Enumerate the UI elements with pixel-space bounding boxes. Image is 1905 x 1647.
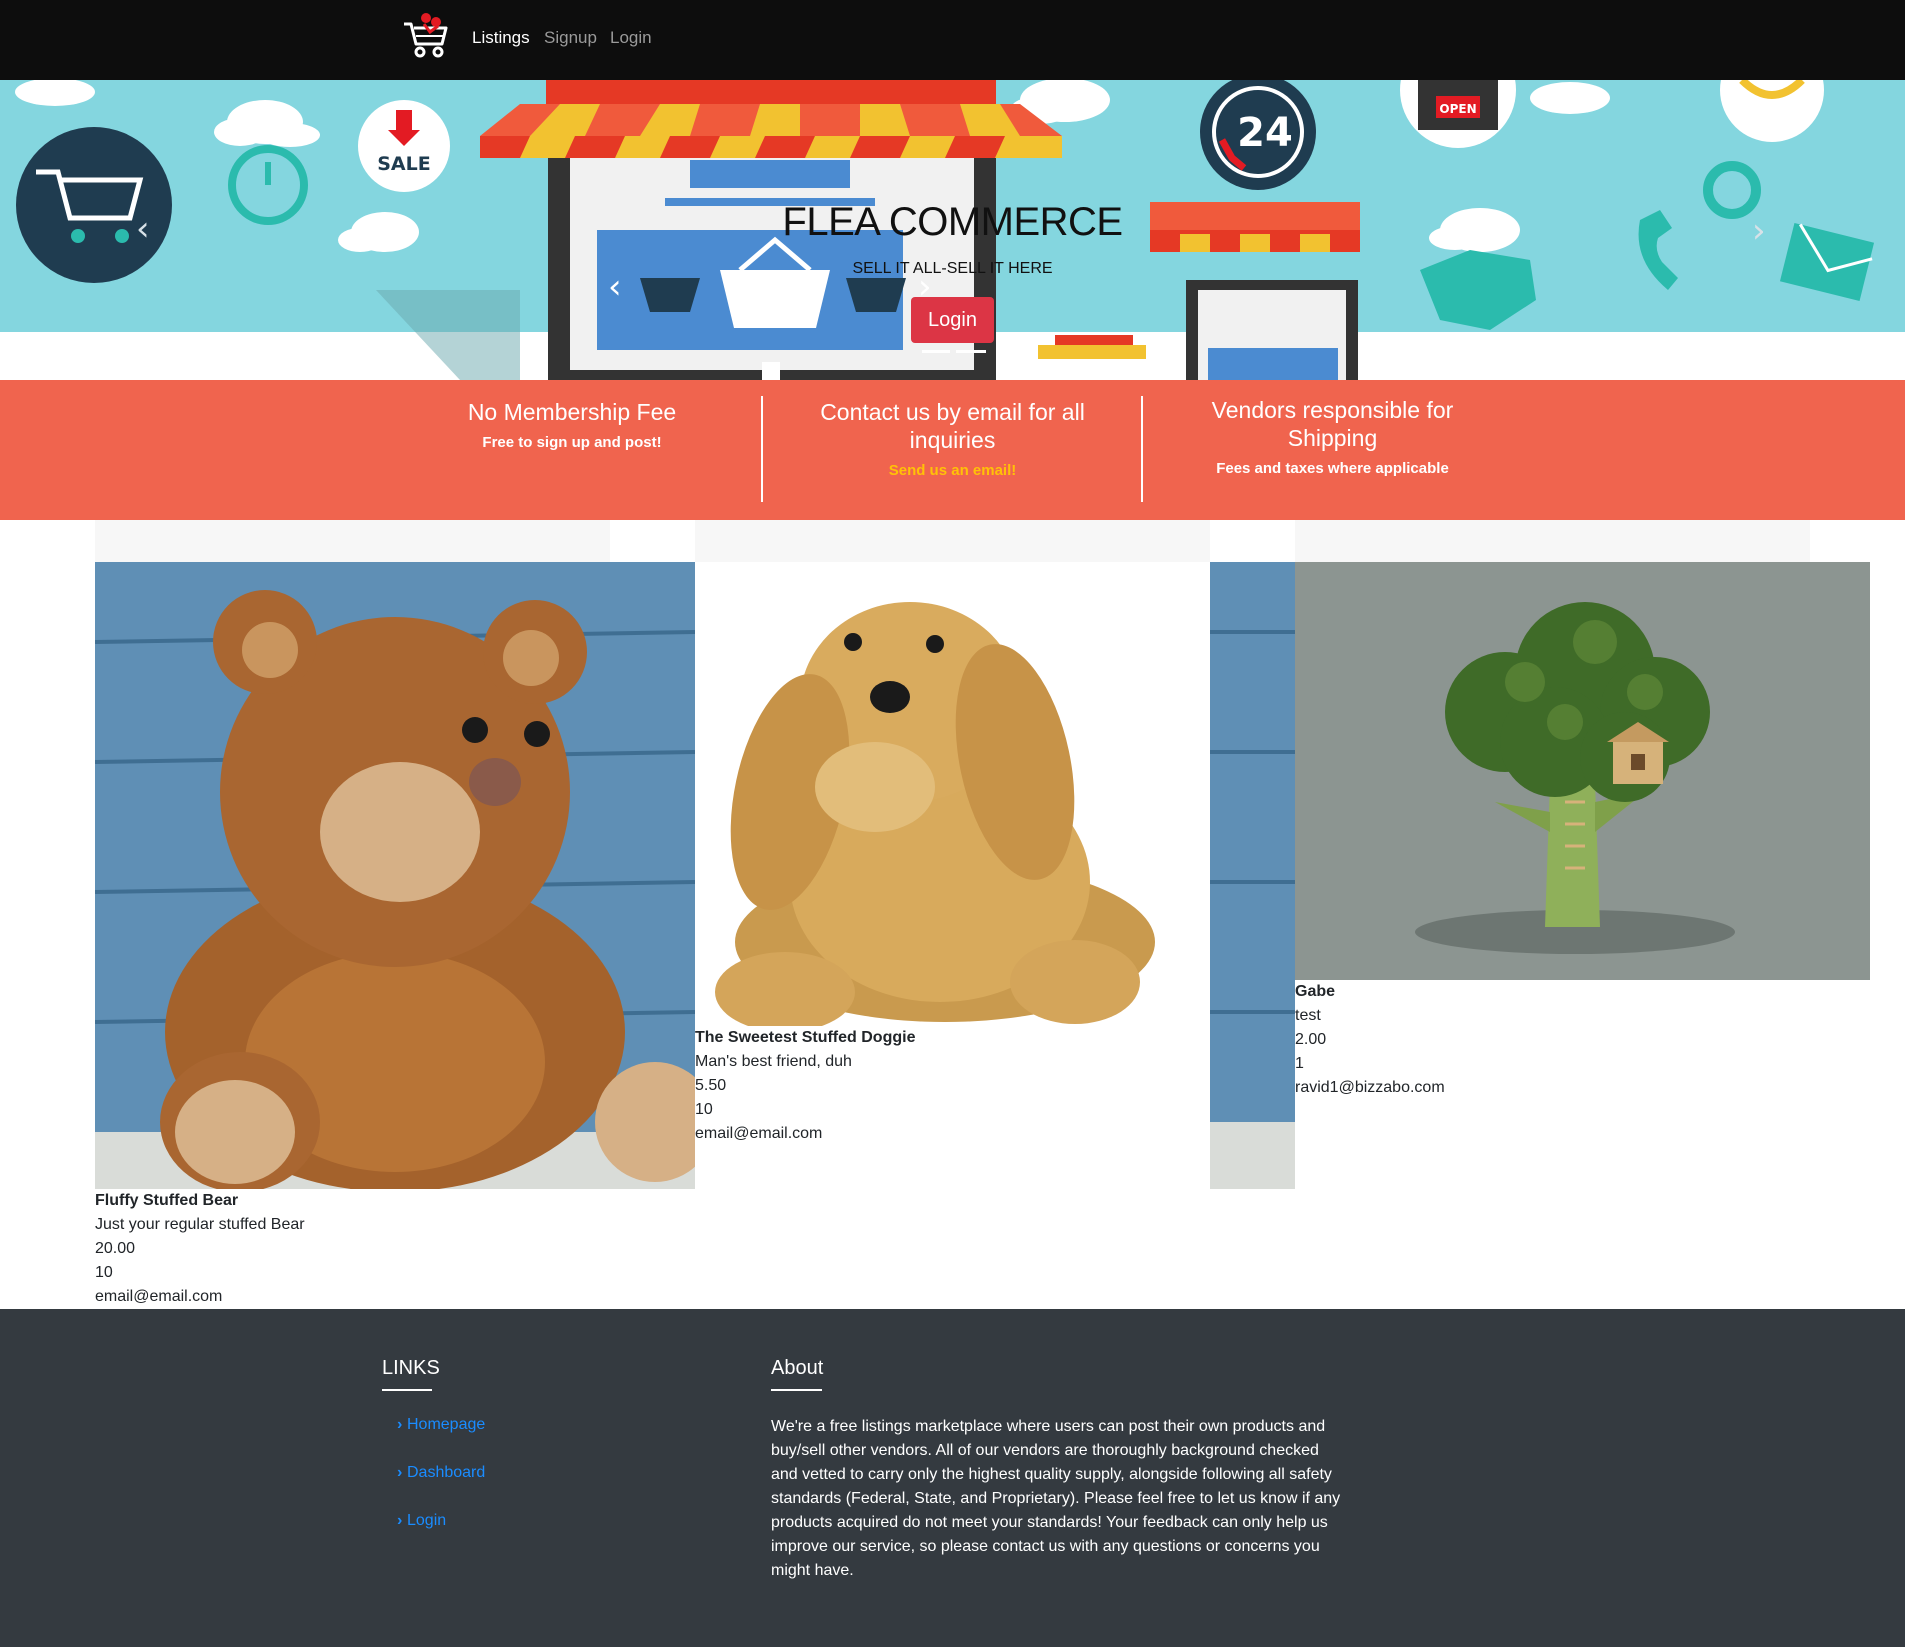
listing-description: Man's best friend, duh	[695, 1053, 852, 1070]
carousel-indicator-1[interactable]	[922, 350, 950, 353]
footer-link-login[interactable]: › Login	[397, 1512, 446, 1530]
hero-carousel: ‹ SALE ‹ › 24 OPEN › FLEA COMMERCE SELL …	[0, 80, 1905, 380]
chevron-right-icon: ›	[397, 1512, 403, 1529]
footer-about-heading: About	[771, 1357, 824, 1379]
feature-contact: Contact us by email for all inquiries Se…	[785, 398, 1120, 479]
footer-about-rule	[771, 1389, 822, 1391]
feature-divider	[1141, 396, 1143, 502]
feature-divider	[761, 396, 763, 502]
footer-link-label: Homepage	[407, 1416, 486, 1433]
listing-title[interactable]: Fluffy Stuffed Bear	[95, 1189, 575, 1213]
nav-login[interactable]: Login	[610, 28, 652, 48]
listing-card-text: Fluffy Stuffed Bear Just your regular st…	[95, 1189, 575, 1309]
footer-link-label: Dashboard	[407, 1464, 486, 1481]
listing-quantity: 10	[695, 1101, 713, 1118]
features-band: No Membership Fee Free to sign up and po…	[0, 380, 1905, 520]
feature-subtitle: Free to sign up and post!	[482, 434, 662, 451]
shopping-cart-logo-icon[interactable]	[400, 10, 452, 62]
listing-description: test	[1295, 1007, 1321, 1024]
nav-listings[interactable]: Listings	[472, 28, 530, 48]
navbar: Listings Signup Login	[0, 0, 1905, 80]
footer: LINKS › Homepage › Dashboard › Login About …	[0, 1309, 1905, 1647]
listing-email: email@email.com	[695, 1125, 823, 1142]
badge-24-text: 24	[1237, 110, 1293, 156]
listing-title[interactable]: The Sweetest Stuffed Doggie	[695, 1026, 1175, 1050]
footer-link-dashboard[interactable]: › Dashboard	[397, 1464, 485, 1482]
listing-image-doggie[interactable]	[695, 562, 1210, 1026]
nav-signup[interactable]: Signup	[544, 28, 597, 48]
feature-shipping: Vendors responsible for Shipping Fees an…	[1170, 396, 1495, 477]
listing-image-overflow	[1210, 562, 1295, 1189]
feature-title: Vendors responsible for Shipping	[1211, 397, 1454, 451]
listing-price: 20.00	[95, 1240, 136, 1257]
hero-title: FLEA COMMERCE	[782, 200, 1123, 244]
send-email-link[interactable]: Send us an email!	[785, 462, 1120, 479]
listing-card-header	[695, 520, 1210, 562]
sale-badge-text: SALE	[377, 153, 430, 175]
listing-quantity: 1	[1295, 1055, 1304, 1072]
listing-card-header	[1295, 520, 1810, 562]
feature-title: No Membership Fee	[467, 399, 677, 425]
listing-email: email@email.com	[95, 1288, 223, 1305]
feature-subtitle: Fees and taxes where applicable	[1216, 460, 1449, 477]
listing-image-bear[interactable]	[95, 562, 695, 1189]
footer-link-label: Login	[407, 1512, 447, 1529]
listing-price: 2.00	[1295, 1031, 1327, 1048]
listing-card-text: Gabe test 2.00 1 ravid1@bizzabo.com	[1295, 980, 1775, 1100]
listing-description: Just your regular stuffed Bear	[95, 1216, 305, 1233]
hero-subtitle: SELL IT ALL-SELL IT HERE	[852, 260, 1053, 277]
listing-card-text: The Sweetest Stuffed Doggie Man's best f…	[695, 1026, 1175, 1146]
open-sign-text: OPEN	[1439, 102, 1476, 116]
footer-links-heading: LINKS	[382, 1357, 440, 1379]
listing-image-gabe[interactable]	[1295, 562, 1870, 980]
feature-title: Contact us by email for all inquiries	[820, 399, 1085, 453]
carousel-indicator-2[interactable]	[956, 350, 986, 353]
footer-about-text: We're a free listings marketplace where …	[771, 1418, 1341, 1579]
listing-title[interactable]: Gabe	[1295, 980, 1775, 1004]
footer-link-homepage[interactable]: › Homepage	[397, 1416, 485, 1434]
feature-membership: No Membership Fee Free to sign up and po…	[402, 398, 742, 451]
listing-email: ravid1@bizzabo.com	[1295, 1079, 1445, 1096]
chevron-right-icon: ›	[397, 1416, 403, 1433]
listing-card-header	[95, 520, 610, 562]
hero-login-button[interactable]: Login	[911, 297, 994, 343]
chevron-right-icon: ›	[397, 1464, 403, 1481]
footer-links-rule	[382, 1389, 432, 1391]
listing-price: 5.50	[695, 1077, 727, 1094]
listing-quantity: 10	[95, 1264, 113, 1281]
